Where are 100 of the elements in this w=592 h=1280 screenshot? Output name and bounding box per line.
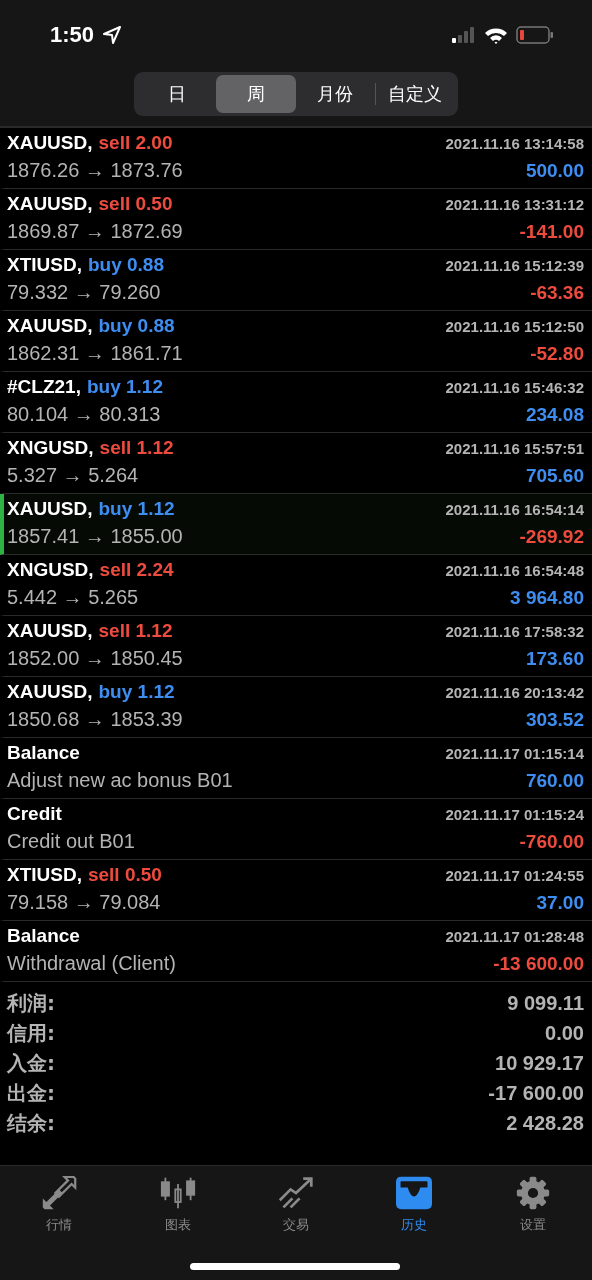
deal-time: 2021.11.16 15:12:50 [445,318,584,335]
order-type: buy 1.12 [98,681,175,703]
deal-symbol: XAUUSD, [7,315,93,337]
deal-symbol: Credit [7,803,62,825]
deal-row[interactable]: XTIUSD, sell 0.50 2021.11.17 01:24:55 79.158 → 79.084 37.00 [0,860,592,921]
deal-time: 2021.11.17 01:28:48 [445,928,584,945]
deal-row[interactable]: #CLZ21, buy 1.12 2021.11.16 15:46:32 80.104 → 80.313 234.08 [0,372,592,433]
summary-value: -17 600.00 [488,1081,584,1105]
deal-detail: 79.158 → 79.084 [7,891,161,914]
nav-tab[interactable]: 交易 [236,1176,356,1234]
deal-profit: 705.60 [525,465,584,487]
battery-icon [516,26,554,44]
order-type: sell 1.12 [98,620,173,642]
summary-label: 利润: [7,989,55,1017]
order-type: buy 1.12 [98,498,175,520]
nav-tab[interactable]: 图表 [118,1176,237,1234]
deal-detail: 80.104 → 80.313 [7,403,161,426]
deal-symbol: XAUUSD, [7,193,93,215]
period-tab[interactable]: 周 [216,75,296,113]
deal-row[interactable]: XAUUSD, buy 0.88 2021.11.16 15:12:50 1862.31 → 1861.71 -52.80 [0,311,592,372]
status-time: 1:50 [50,22,95,48]
order-type: sell 1.12 [99,437,174,459]
deal-profit: -760.00 [519,831,584,853]
deal-time: 2021.11.16 17:58:32 [445,623,584,640]
inbox-icon [396,1176,433,1210]
deal-row[interactable]: XTIUSD, buy 0.88 2021.11.16 15:12:39 79.332 → 79.260 -63.36 [0,250,592,311]
order-type: buy 0.88 [87,254,164,276]
deal-detail: 5.327 → 5.264 [7,464,139,487]
deal-symbol: Balance [7,925,80,947]
order-type: buy 0.88 [98,315,175,337]
period-tab[interactable]: 日 [137,75,217,113]
deal-row[interactable]: Balance 2021.11.17 01:28:48 Withdrawal (Client) -13 600.00 [0,921,592,982]
summary-label: 结余: [7,1109,55,1137]
deal-time: 2021.11.16 13:14:58 [445,135,584,152]
deal-profit: 303.52 [525,709,584,731]
order-type: buy 1.12 [86,376,163,398]
deal-detail: 1876.26 → 1873.76 [7,159,183,182]
deal-time: 2021.11.16 20:13:42 [445,684,584,701]
signal-icon [452,27,476,43]
deal-time: 2021.11.16 15:57:51 [445,440,584,457]
summary-value: 0.00 [545,1021,584,1045]
summary-label: 出金: [7,1079,55,1107]
deal-row[interactable]: Balance 2021.11.17 01:15:14 Adjust new ac bonus B01 760.00 [0,738,592,799]
deal-row[interactable]: XAUUSD, sell 2.00 2021.11.16 13:14:58 1876.26 → 1873.76 500.00 [0,128,592,189]
summary-label: 信用: [7,1019,55,1047]
period-tab[interactable]: 月份 [295,75,375,113]
period-tab[interactable]: 自定义 [375,75,455,113]
deal-symbol: XTIUSD, [7,254,82,276]
order-type: sell 0.50 [98,193,173,215]
deal-detail: 1857.41 → 1855.00 [7,525,183,548]
location-arrow-icon [102,25,123,45]
deal-row[interactable]: XAUUSD, buy 1.12 2021.11.16 20:13:42 1850.68 → 1853.39 303.52 [0,677,592,738]
deal-time: 2021.11.16 15:12:39 [445,257,584,274]
deal-detail: 1869.87 → 1872.69 [7,220,183,243]
deal-profit: 760.00 [525,770,584,792]
deal-time: 2021.11.17 01:15:14 [445,745,584,762]
deal-detail: Adjust new ac bonus B01 [7,769,233,792]
deal-symbol: XAUUSD, [7,681,93,703]
deal-row[interactable]: XNGUSD, sell 2.24 2021.11.16 16:54:48 5.442 → 5.265 3 964.80 [0,555,592,616]
deal-row[interactable]: XAUUSD, sell 0.50 2021.11.16 13:31:12 1869.87 → 1872.69 -141.00 [0,189,592,250]
deal-profit: -269.92 [519,526,584,548]
nav-tab[interactable]: 历史 [355,1176,474,1234]
deal-detail: Credit out B01 [7,830,135,853]
deal-detail: 79.332 → 79.260 [7,281,161,304]
deal-detail: 1862.31 → 1861.71 [7,342,183,365]
deal-profit: -13 600.00 [493,953,584,975]
deal-profit: -141.00 [519,221,584,243]
order-type: sell 0.50 [87,864,162,886]
order-type: sell 2.24 [99,559,174,581]
deal-time: 2021.11.17 01:24:55 [445,867,584,884]
deal-symbol: XNGUSD, [7,559,94,581]
wifi-icon [484,26,508,44]
candlestick-icon [159,1176,196,1210]
deal-time: 2021.11.16 16:54:14 [445,501,584,518]
deal-profit: -52.80 [530,343,584,365]
nav-tab[interactable]: 行情 [0,1176,119,1234]
deal-symbol: XNGUSD, [7,437,94,459]
deal-time: 2021.11.16 16:54:48 [445,562,584,579]
deal-symbol: XAUUSD, [7,620,93,642]
summary-value: 10 929.17 [495,1051,584,1075]
deal-time: 2021.11.16 13:31:12 [445,196,584,213]
deal-profit: 500.00 [525,160,584,182]
deal-profit: 3 964.80 [510,587,584,609]
order-type: sell 2.00 [98,132,173,154]
deal-symbol: #CLZ21, [7,376,81,398]
summary-value: 9 099.11 [507,991,584,1015]
deal-symbol: XTIUSD, [7,864,82,886]
deal-detail: 1852.00 → 1850.45 [7,647,183,670]
deal-detail: 5.442 → 5.265 [7,586,139,609]
deal-time: 2021.11.16 15:46:32 [445,379,584,396]
deal-symbol: XAUUSD, [7,498,93,520]
settings-icon [514,1176,551,1210]
deal-profit: 37.00 [536,892,584,914]
deal-symbol: Balance [7,742,80,764]
deal-time: 2021.11.17 01:15:24 [445,806,584,823]
deal-symbol: XAUUSD, [7,132,93,154]
nav-tab[interactable]: 设置 [473,1176,592,1234]
diagonal-arrows-icon [41,1176,78,1210]
deal-detail: Withdrawal (Client) [7,952,176,975]
deal-profit: 234.08 [525,404,584,426]
